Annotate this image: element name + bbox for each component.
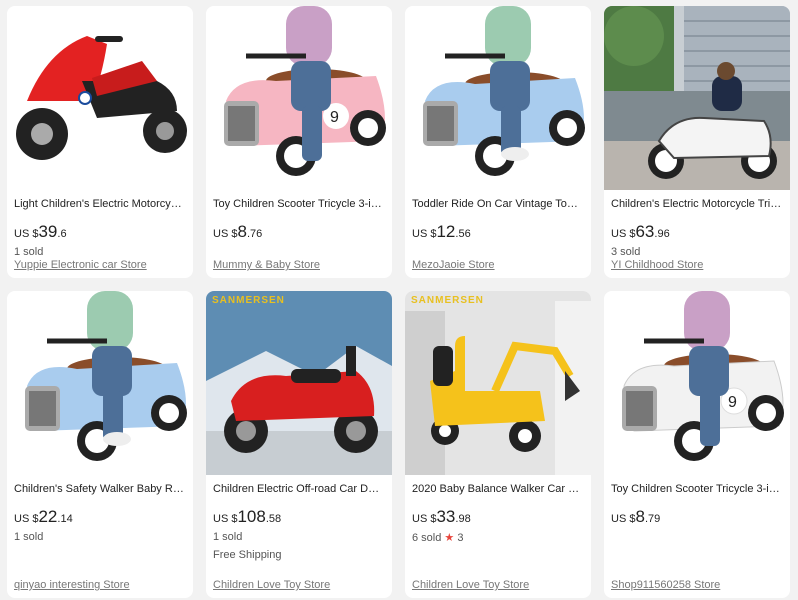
star-icon: ★	[444, 532, 455, 544]
product-title[interactable]: Light Children's Electric Motorcycle...	[14, 198, 186, 213]
sold-count	[611, 531, 783, 547]
product-image[interactable]	[7, 291, 193, 475]
store-link[interactable]: YI Childhood Store	[611, 259, 703, 271]
product-image[interactable]: 9	[604, 291, 790, 475]
svg-text:9: 9	[728, 394, 737, 411]
sold-count: 1 sold	[213, 531, 243, 543]
product-image[interactable]	[405, 6, 591, 190]
product-title[interactable]: Toy Children Scooter Tricycle 3-in-...	[611, 483, 783, 498]
store-link[interactable]: Children Love Toy Store	[412, 579, 529, 591]
product-title[interactable]: Toy Children Scooter Tricycle 3-in-...	[213, 198, 385, 213]
product-price: US $39.6	[14, 222, 67, 241]
product-image[interactable]: SANMERSEN	[206, 291, 392, 475]
product-card[interactable]: 9 Toy Children Scooter Tricycle 3-in-...…	[206, 6, 392, 278]
product-price: US $8.76	[213, 222, 263, 241]
product-title[interactable]: 2020 Baby Balance Walker Car Lar...	[412, 483, 584, 498]
product-image[interactable]	[604, 6, 790, 190]
product-price: US $8.79	[611, 507, 661, 526]
sold-count: 1 sold	[14, 531, 44, 543]
product-card[interactable]: Children's Safety Walker Baby Ride-... U…	[7, 291, 193, 598]
product-image[interactable]: SANMERSEN	[405, 291, 591, 475]
rating-value: 3	[457, 532, 464, 544]
product-image[interactable]	[7, 6, 193, 190]
store-link[interactable]: Mummy & Baby Store	[213, 259, 320, 271]
store-link[interactable]: Children Love Toy Store	[213, 579, 330, 591]
product-card[interactable]: SANMERSEN 2020 Baby Balance Walker Car L…	[405, 291, 591, 598]
product-grid: Light Children's Electric Motorcycle... …	[7, 6, 790, 598]
store-link[interactable]: qinyao interesting Store	[14, 579, 130, 591]
svg-text:9: 9	[330, 109, 339, 126]
product-card[interactable]: Toddler Ride On Car Vintage Toddl... US …	[405, 6, 591, 278]
product-card[interactable]: SANMERSEN Children Electric Off-road Car…	[206, 291, 392, 598]
product-card[interactable]: Children's Electric Motorcycle Tricy... …	[604, 6, 790, 278]
product-price: US $12.56	[412, 222, 471, 241]
product-title[interactable]: Toddler Ride On Car Vintage Toddl...	[412, 198, 584, 213]
shipping-info: Free Shipping	[213, 549, 282, 561]
product-price: US $108.58	[213, 507, 282, 526]
product-image[interactable]: 9	[206, 6, 392, 190]
sold-count: 6 sold ★ 3	[412, 532, 464, 544]
product-title[interactable]: Children Electric Off-road Car Dual...	[213, 483, 385, 498]
product-title[interactable]: Children's Electric Motorcycle Tricy...	[611, 198, 783, 213]
brand-logo: SANMERSEN	[411, 295, 484, 306]
product-title[interactable]: Children's Safety Walker Baby Ride-...	[14, 483, 186, 498]
store-link[interactable]: Shop911560258 Store	[611, 579, 720, 591]
store-link[interactable]: MezoJaoie Store	[412, 259, 495, 271]
product-price: US $33.98	[412, 507, 471, 526]
product-card[interactable]: Light Children's Electric Motorcycle... …	[7, 6, 193, 278]
product-price: US $22.14	[14, 507, 73, 526]
product-price: US $63.96	[611, 222, 670, 241]
product-card[interactable]: 9 Toy Children Scooter Tricycle 3-in-...…	[604, 291, 790, 598]
brand-logo: SANMERSEN	[212, 295, 285, 306]
store-link[interactable]: Yuppie Electronic car Store	[14, 259, 147, 271]
